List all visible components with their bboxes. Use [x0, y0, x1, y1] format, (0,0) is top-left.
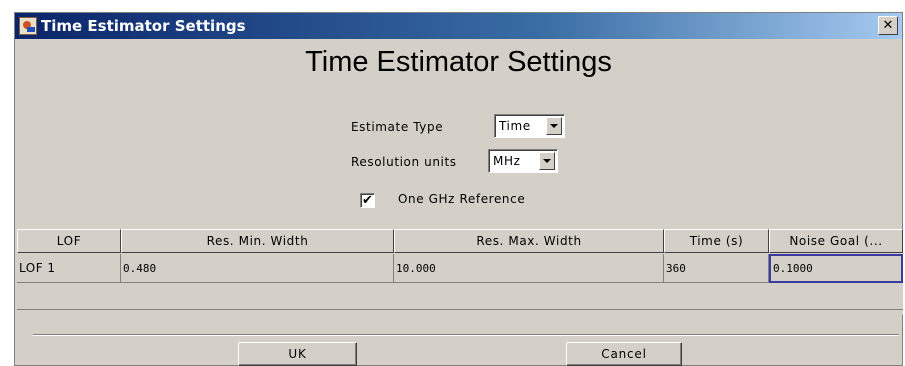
chevron-down-icon — [550, 124, 558, 128]
estimate-type-value: Time — [499, 119, 531, 133]
ok-button[interactable]: UK — [238, 342, 357, 366]
table-header: LOF Res. Min. Width Res. Max. Width Time… — [17, 229, 903, 253]
page-title: Time Estimator Settings — [305, 46, 612, 78]
column-header-time[interactable]: Time (s) — [664, 229, 769, 253]
estimate-type-label: Estimate Type — [351, 120, 444, 134]
divider — [33, 334, 899, 336]
cell-res-min-width[interactable]: 0.480 — [121, 254, 394, 283]
ghz-reference-label: One GHz Reference — [398, 192, 526, 206]
column-header-res-max-width[interactable]: Res. Max. Width — [394, 229, 664, 253]
table-row[interactable]: LOF 1 0.480 10.000 360 0.1000 — [17, 254, 903, 283]
chevron-down-icon — [543, 159, 551, 163]
close-icon: ✕ — [882, 18, 894, 33]
table-empty-area — [17, 284, 903, 310]
estimate-type-dropdown-button[interactable] — [546, 117, 562, 135]
resolution-units-value: MHz — [493, 154, 521, 168]
cell-noise-goal[interactable]: 0.1000 — [769, 254, 903, 283]
window-title: Time Estimator Settings — [41, 17, 246, 35]
checkmark-icon: ✔ — [362, 193, 373, 208]
column-header-lof[interactable]: LOF — [17, 229, 121, 253]
cell-time[interactable]: 360 — [664, 254, 769, 283]
cell-lof[interactable]: LOF 1 — [17, 254, 121, 283]
close-button[interactable]: ✕ — [878, 16, 898, 35]
title-bar[interactable]: Time Estimator Settings ✕ — [15, 13, 902, 39]
resolution-units-select[interactable]: MHz — [488, 149, 558, 173]
column-header-noise-goal[interactable]: Noise Goal (... — [769, 229, 903, 253]
ghz-reference-checkbox[interactable]: ✔ — [360, 193, 375, 208]
resolution-units-label: Resolution units — [351, 155, 457, 169]
estimate-type-select[interactable]: Time — [494, 114, 565, 138]
column-header-res-min-width[interactable]: Res. Min. Width — [121, 229, 394, 253]
settings-dialog: Time Estimator Settings ✕ Time Estimator… — [14, 12, 903, 366]
app-icon — [19, 17, 37, 35]
cell-res-max-width[interactable]: 10.000 — [394, 254, 664, 283]
resolution-table: LOF Res. Min. Width Res. Max. Width Time… — [17, 229, 903, 315]
cancel-button[interactable]: Cancel — [566, 342, 682, 366]
resolution-units-dropdown-button[interactable] — [539, 152, 555, 170]
